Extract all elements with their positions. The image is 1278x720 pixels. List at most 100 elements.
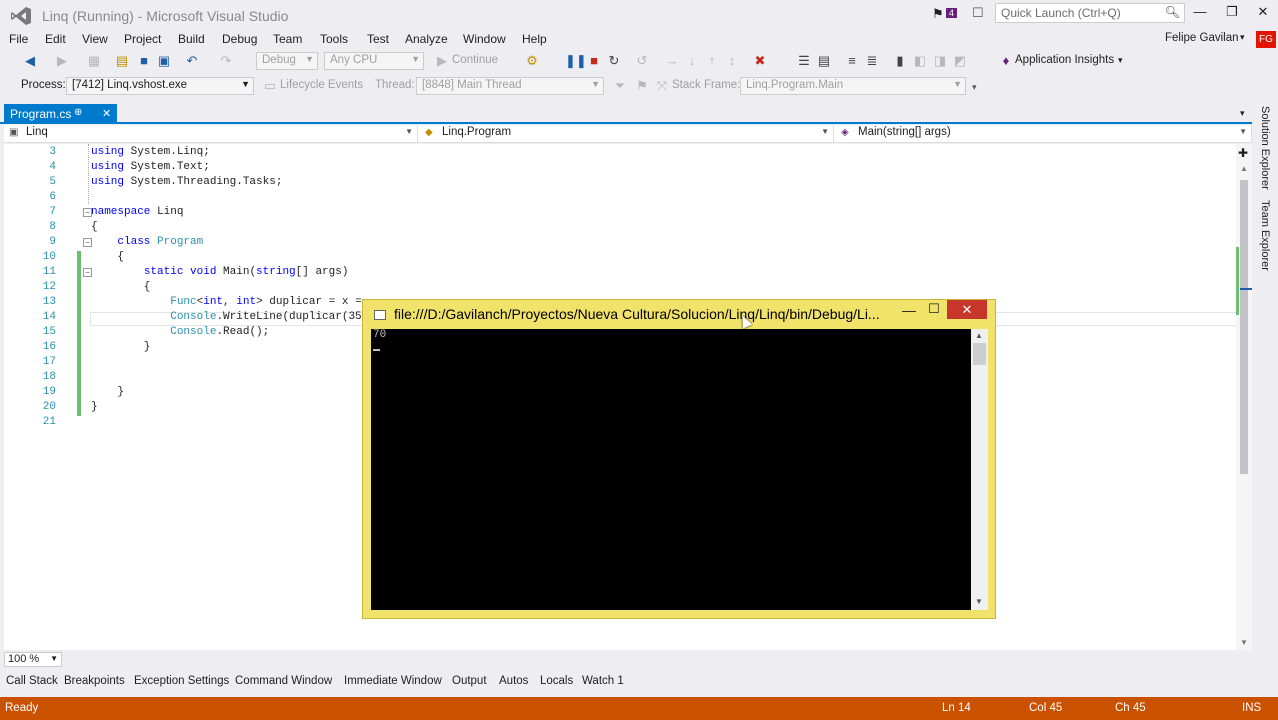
scroll-down-icon[interactable]: ▼ (975, 597, 983, 606)
application-insights-icon[interactable]: ♦ (998, 53, 1014, 68)
restore-button[interactable]: ❐ (1220, 4, 1244, 22)
clear-bookmarks-icon[interactable]: ◩ (952, 53, 968, 69)
redo-icon[interactable]: ↷ (218, 53, 234, 69)
console-scrollbar-thumb[interactable] (973, 343, 986, 365)
break-all-icon[interactable]: ❚❚ (565, 53, 587, 69)
format-icon[interactable]: ☰ (796, 53, 812, 69)
tab-locals[interactable]: Locals (540, 675, 573, 687)
outline-icon[interactable]: ▤ (816, 53, 832, 69)
flag-threads-icon[interactable]: ⚑ (634, 78, 650, 94)
browser-link-icon[interactable]: ⚙ (524, 53, 540, 69)
close-icon[interactable]: ✕ (102, 107, 111, 120)
tab-autos[interactable]: Autos (499, 675, 528, 687)
member-select[interactable]: ◈ Main(string[] args) ▼ (836, 125, 1252, 142)
tab-list-chevron-icon[interactable]: ▾ (1240, 108, 1245, 119)
forward-icon[interactable]: ▶ (54, 53, 70, 69)
pin-icon[interactable]: ⊕ (74, 107, 82, 118)
console-minimize-button[interactable]: — (901, 302, 917, 318)
lifecycle-events-button[interactable]: Lifecycle Events (280, 79, 363, 91)
save-icon[interactable]: ■ (136, 53, 152, 68)
console-close-button[interactable]: ✕ (947, 300, 987, 319)
menu-help[interactable]: Help (522, 32, 547, 46)
menu-debug[interactable]: Debug (222, 32, 257, 46)
menu-edit[interactable]: Edit (45, 32, 66, 46)
notification-count-badge[interactable]: 4 (946, 8, 958, 18)
type-select[interactable]: ◆ Linq.Program ▼ (420, 125, 834, 142)
notifications-flag-icon[interactable]: ⚑ (932, 6, 944, 22)
tab-solution-explorer[interactable]: Solution Explorer (1259, 106, 1271, 190)
show-next-statement-icon[interactable]: ↺ (634, 53, 650, 69)
tab-team-explorer[interactable]: Team Explorer (1259, 200, 1271, 271)
application-insights-button[interactable]: Application Insights (1015, 54, 1114, 66)
restart-icon[interactable]: ↻ (606, 53, 622, 69)
toolbar-overflow-icon[interactable]: ▾ (972, 82, 977, 93)
console-output[interactable]: 70 (371, 329, 971, 610)
save-all-icon[interactable]: ▣ (156, 53, 172, 69)
filter-icon[interactable]: ⏷ (612, 78, 628, 94)
step-over-icon[interactable]: ↓ (684, 53, 700, 68)
zoom-select[interactable]: 100 % ▼ (4, 652, 62, 667)
uncomment-icon[interactable]: ≣ (864, 53, 880, 69)
stack-frame-select[interactable]: Linq.Program.Main ▼ (740, 77, 966, 95)
menu-file[interactable]: File (9, 32, 28, 46)
lifecycle-events-icon[interactable]: ▭ (262, 78, 278, 94)
tab-watch-1[interactable]: Watch 1 (582, 675, 624, 687)
avatar[interactable]: FG (1256, 31, 1276, 48)
exception-icon[interactable]: ✖ (752, 53, 768, 69)
configuration-select[interactable]: Debug ▼ (256, 52, 318, 70)
menu-test[interactable]: Test (367, 32, 389, 46)
code-line: namespace Linq (91, 206, 184, 218)
stop-debugging-icon[interactable]: ■ (586, 53, 602, 68)
tab-call-stack[interactable]: Call Stack (6, 675, 58, 687)
console-maximize-button[interactable]: ☐ (926, 301, 942, 317)
new-project-icon[interactable]: ▦ (86, 53, 102, 69)
continue-button[interactable]: Continue (452, 54, 498, 66)
tab-output[interactable]: Output (452, 675, 487, 687)
tab-breakpoints[interactable]: Breakpoints (64, 675, 125, 687)
search-icon[interactable]: 🔍︎ (1165, 5, 1180, 19)
quick-launch-input[interactable]: Quick Launch (Ctrl+Q) 🔍︎ (995, 3, 1185, 23)
chevron-down-icon[interactable]: ▾ (1240, 32, 1245, 43)
split-window-icon[interactable]: ✚ (1238, 146, 1248, 160)
bookmark-icon[interactable]: ▮ (892, 53, 908, 69)
open-file-icon[interactable]: ▤ (114, 53, 130, 69)
menu-build[interactable]: Build (178, 32, 205, 46)
comment-icon[interactable]: ≡ (844, 53, 860, 68)
undo-icon[interactable]: ↶ (184, 53, 200, 69)
menu-window[interactable]: Window (463, 32, 506, 46)
next-bookmark-icon[interactable]: ◨ (932, 53, 948, 69)
expand-callstacks-icon[interactable]: ⤧ (654, 78, 670, 94)
feedback-icon[interactable]: ☐ (972, 5, 984, 21)
scroll-up-icon[interactable]: ▲ (975, 331, 983, 340)
console-app-icon[interactable] (374, 310, 386, 320)
console-window[interactable]: file:///D:/Gavilanch/Proyectos/Nueva Cul… (362, 299, 996, 619)
continue-icon[interactable]: ▶ (434, 53, 450, 69)
step-out-icon[interactable]: ↑ (704, 53, 720, 68)
menu-view[interactable]: View (82, 32, 108, 46)
thread-select[interactable]: [8848] Main Thread ▼ (416, 77, 604, 95)
scrollbar-thumb[interactable] (1240, 180, 1248, 474)
scroll-up-icon[interactable]: ▲ (1240, 164, 1248, 173)
console-scrollbar[interactable]: ▲ ▼ (971, 329, 988, 610)
back-icon[interactable]: ◀ (22, 53, 38, 69)
tab-program-cs[interactable]: Program.cs ⊕ ✕ (4, 104, 117, 124)
tab-command-window[interactable]: Command Window (235, 675, 332, 687)
minimize-button[interactable]: — (1188, 4, 1212, 22)
tab-immediate-window[interactable]: Immediate Window (344, 675, 442, 687)
menu-project[interactable]: Project (124, 32, 161, 46)
editor-scrollbar[interactable]: ✚ ▲ ▼ (1236, 144, 1252, 650)
prev-bookmark-icon[interactable]: ◧ (912, 53, 928, 69)
platform-select[interactable]: Any CPU ▼ (324, 52, 424, 70)
close-button[interactable]: ✕ (1251, 4, 1275, 22)
scroll-down-icon[interactable]: ▼ (1240, 638, 1248, 647)
tab-exception-settings[interactable]: Exception Settings (134, 675, 229, 687)
user-name[interactable]: Felipe Gavilan (1165, 32, 1239, 44)
menu-tools[interactable]: Tools (320, 32, 348, 46)
menu-team[interactable]: Team (273, 32, 302, 46)
chevron-down-icon[interactable]: ▾ (1118, 55, 1123, 66)
project-select[interactable]: ▣ Linq ▼ (4, 125, 418, 142)
step-into-icon[interactable]: → (664, 53, 680, 68)
step-icon[interactable]: ↕ (724, 53, 740, 68)
process-select[interactable]: [7412] Linq.vshost.exe ▼ (66, 77, 254, 95)
menu-analyze[interactable]: Analyze (405, 32, 448, 46)
